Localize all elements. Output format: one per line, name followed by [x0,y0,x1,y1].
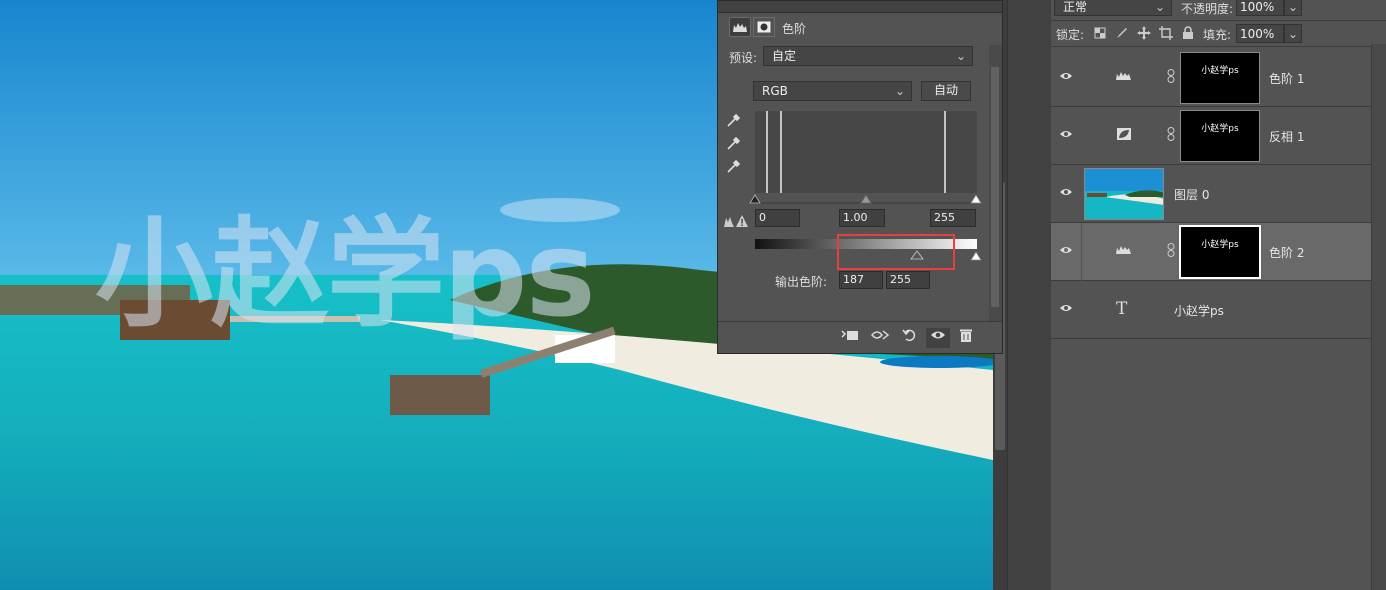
white-output-handle [970,251,982,261]
layer-mask-thumbnail[interactable]: 小赵学ps [1179,225,1261,279]
layer-name[interactable]: 小赵学ps [1174,302,1224,319]
opacity-dropdown[interactable]: ⌄ [1284,0,1302,16]
histogram [755,111,977,193]
layer-name[interactable]: 色阶 2 [1269,244,1304,261]
layer-name[interactable]: 色阶 1 [1269,70,1304,87]
lock-artboard-icon[interactable] [1159,26,1173,40]
panel-dock-gap [1007,0,1051,590]
opacity-value: 100% [1240,0,1275,14]
blend-mode-value: 正常 [1063,0,1088,14]
layer-image-thumbnail[interactable] [1084,168,1164,220]
levels-adjustment-icon[interactable] [729,17,751,37]
properties-scrollbar[interactable] [989,45,1002,321]
fill-value: 100% [1240,27,1275,41]
highlight-box [837,234,955,270]
visibility-eye-icon[interactable] [1059,128,1075,142]
divider [1081,223,1082,281]
clip-to-layer-icon[interactable] [838,328,862,348]
link-chain-icon[interactable] [1167,127,1177,141]
clipping-warning-icon[interactable] [723,213,749,229]
opacity-field[interactable]: 100% [1236,0,1284,16]
fill-label: 填充: [1203,28,1232,42]
layer-row[interactable]: 小赵学ps 色阶 1 [1051,49,1371,107]
panel-tab-bar [718,1,1002,13]
chevron-down-icon: ⌄ [894,84,905,98]
lock-position-move-icon[interactable] [1137,26,1151,40]
preset-value: 自定 [772,49,797,63]
chevron-down-icon: ⌄ [1154,0,1165,14]
input-black-field[interactable]: 0 [755,209,800,227]
blend-mode-dropdown[interactable]: 正常 ⌄ [1054,0,1172,16]
divider [1051,20,1386,21]
output-white-field[interactable]: 255 [886,271,930,289]
chevron-down-icon: ⌄ [1287,27,1298,41]
reset-icon[interactable] [898,328,922,348]
input-levels-slider[interactable] [749,193,985,205]
levels-adjustment-icon [1114,70,1134,84]
visibility-eye-icon[interactable] [1059,302,1075,316]
watermark-text: 小赵学ps [95,205,596,343]
layer-mask-thumbnail[interactable]: 小赵学ps [1180,52,1260,104]
layer-row[interactable]: 小赵学ps 反相 1 [1051,107,1371,165]
preset-label: 预设: [729,51,758,65]
chevron-down-icon: ⌄ [1287,0,1298,14]
delete-icon[interactable] [954,328,978,348]
link-chain-icon[interactable] [1167,69,1177,83]
mask-icon[interactable] [753,17,775,37]
levels-adjustment-icon [1114,244,1134,258]
input-gamma-field[interactable]: 1.00 [839,209,885,227]
divider [1051,46,1386,47]
black-point-eyedropper-icon[interactable] [726,112,742,128]
lock-transparent-icon[interactable] [1094,27,1106,39]
visibility-eye-icon[interactable] [1059,244,1075,258]
layer-name[interactable]: 反相 1 [1269,128,1304,145]
visibility-eye-icon[interactable] [1059,186,1075,200]
layers-panel: 正常 ⌄ 不透明度: 100% ⌄ 锁定: 填充: 100% ⌄ 小赵学ps 色阶… [1051,0,1386,590]
properties-panel: 色阶 预设: 自定 ⌄ RGB ⌄ 自动 0 1.00 255 输出色阶: 18… [717,0,1003,354]
black-input-handle [749,194,761,204]
scrollbar-thumb[interactable] [991,67,999,307]
layer-row[interactable]: 图层 0 [1051,165,1371,223]
toggle-visibility-icon[interactable] [926,328,950,348]
lock-pixels-brush-icon[interactable] [1115,26,1129,40]
link-chain-icon[interactable] [1167,243,1177,257]
layers-scrollbar[interactable] [1371,44,1386,590]
opacity-label: 不透明度: [1181,2,1234,16]
view-previous-state-icon[interactable] [868,328,892,348]
preset-dropdown[interactable]: 自定 ⌄ [763,46,973,66]
output-black-field[interactable]: 187 [839,271,883,289]
channel-value: RGB [762,84,788,98]
panel-title: 色阶 [782,22,807,36]
gray-point-eyedropper-icon[interactable] [726,135,742,151]
white-input-handle [970,194,982,204]
properties-footer [718,321,1002,353]
layer-row[interactable]: T 小赵学ps [1051,281,1371,339]
layer-name[interactable]: 图层 0 [1174,186,1209,203]
input-white-field[interactable]: 255 [930,209,976,227]
lock-label: 锁定: [1056,28,1085,42]
chevron-down-icon: ⌄ [955,49,966,63]
channel-dropdown[interactable]: RGB ⌄ [753,81,912,101]
layer-mask-thumbnail[interactable]: 小赵学ps [1180,110,1260,162]
visibility-eye-icon[interactable] [1059,70,1075,84]
text-layer-icon: T [1116,299,1128,319]
fill-dropdown[interactable]: ⌄ [1284,24,1302,43]
layer-row-selected[interactable]: 小赵学ps 色阶 2 [1051,223,1371,281]
invert-adjustment-icon [1114,127,1134,141]
output-levels-label: 输出色阶: [775,275,828,289]
fill-field[interactable]: 100% [1236,24,1284,43]
lock-all-icon[interactable] [1182,26,1194,40]
auto-button[interactable]: 自动 [921,81,971,101]
white-point-eyedropper-icon[interactable] [726,158,742,174]
gamma-input-handle [860,194,872,204]
